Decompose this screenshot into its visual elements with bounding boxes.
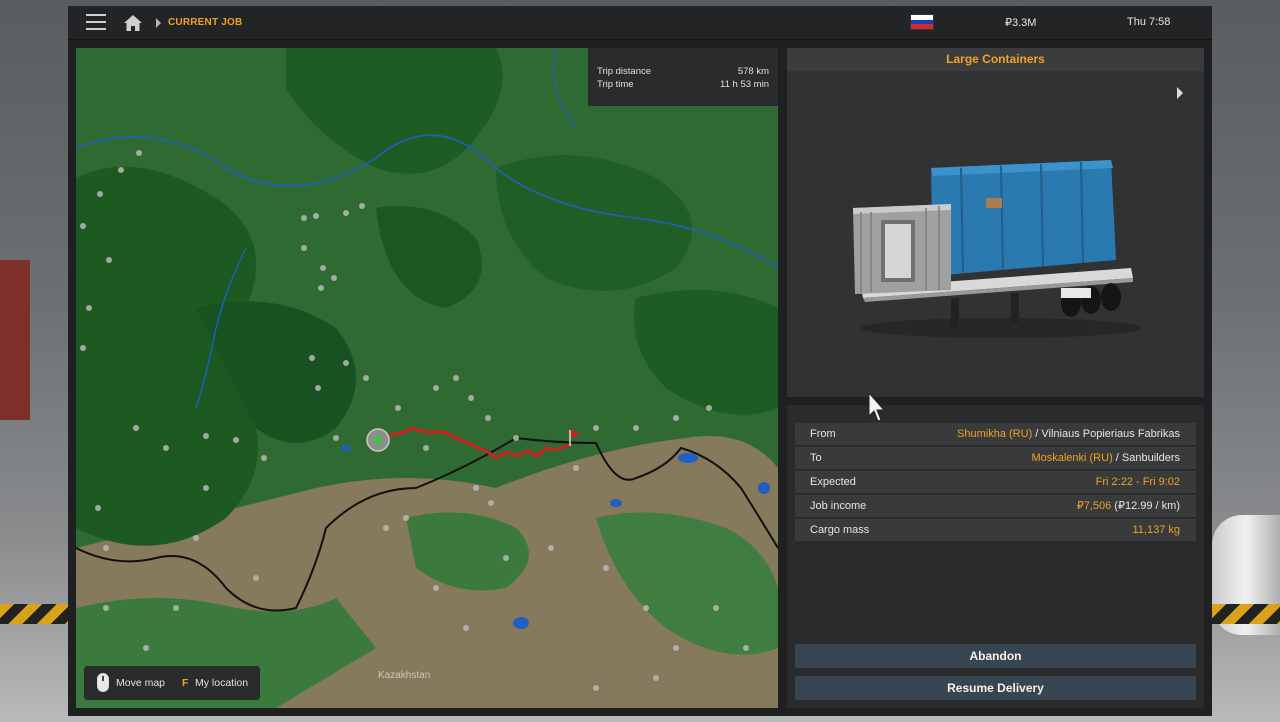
to-company: / Sanbuilders <box>1112 452 1180 464</box>
trip-info-box: Trip distance 578 km Trip time 11 h 53 m… <box>588 48 778 106</box>
from-city: Shumikha (RU) <box>957 428 1033 440</box>
breadcrumb: CURRENT JOB <box>168 17 243 28</box>
from-row: From Shumikha (RU) / Vilniaus Popieriaus… <box>795 423 1196 445</box>
to-row: To Moskalenki (RU) / Sanbuilders <box>795 447 1196 469</box>
my-location-key: F <box>182 677 189 689</box>
next-view-arrow-icon[interactable] <box>1177 87 1183 99</box>
job-details-panel: From Shumikha (RU) / Vilniaus Popieriaus… <box>787 405 1204 708</box>
trip-time-row: Trip time 11 h 53 min <box>597 79 769 92</box>
income-row: Job income ₽7,506 (₽12.99 / km) <box>795 495 1196 517</box>
trip-time-value: 11 h 53 min <box>720 79 769 90</box>
route-map[interactable]: Trip distance 578 km Trip time 11 h 53 m… <box>76 48 778 708</box>
expected-value: Fri 2:22 - Fri 9:02 <box>1095 476 1180 488</box>
abandon-button[interactable]: Abandon <box>795 644 1196 668</box>
trip-distance-value: 578 km <box>737 66 769 77</box>
trip-time-label: Trip time <box>597 79 634 90</box>
to-city: Moskalenki (RU) <box>1031 452 1113 464</box>
background-wall <box>0 260 30 420</box>
from-label: From <box>810 428 836 440</box>
hamburger-menu-icon[interactable] <box>86 14 106 32</box>
my-location-hint[interactable]: My location <box>195 677 248 689</box>
move-map-hint: Move map <box>116 677 166 689</box>
mouse-icon <box>97 673 109 692</box>
mouse-cursor-icon <box>868 392 886 422</box>
to-label: To <box>810 452 822 464</box>
top-bar: CURRENT JOB ₽3.3M Thu 7:58 <box>68 6 1212 40</box>
map-terrain <box>76 48 778 708</box>
trip-distance-label: Trip distance <box>597 66 652 77</box>
income-value-group: ₽7,506 (₽12.99 / km) <box>1077 495 1180 517</box>
resume-delivery-button[interactable]: Resume Delivery <box>795 676 1196 700</box>
expected-row: Expected Fri 2:22 - Fri 9:02 <box>795 471 1196 493</box>
breadcrumb-chevron-icon <box>156 18 161 28</box>
cargo-title: Large Containers <box>787 48 1204 71</box>
job-window: CURRENT JOB ₽3.3M Thu 7:58 Trip distance… <box>68 6 1212 716</box>
mass-value: 11,137 kg <box>1132 524 1180 536</box>
russia-flag-icon <box>910 14 934 30</box>
game-time: Thu 7:58 <box>1127 16 1171 28</box>
trip-distance-row: Trip distance 578 km <box>597 66 769 79</box>
income-value: ₽7,506 <box>1076 500 1112 512</box>
country-label: Kazakhstan <box>378 670 431 681</box>
expected-label: Expected <box>810 476 856 488</box>
mass-label: Cargo mass <box>810 524 870 536</box>
background-hazard-stripe-right <box>1212 604 1280 624</box>
mass-row: Cargo mass 11,137 kg <box>795 519 1196 541</box>
map-controls-hint: Move map F My location <box>84 666 260 700</box>
trailer-image <box>853 160 1141 338</box>
income-rate: (₽12.99 / km) <box>1111 500 1180 512</box>
to-value: Moskalenki (RU) / Sanbuilders <box>1031 447 1180 469</box>
money-balance: ₽3.3M <box>1005 17 1037 29</box>
cargo-preview-panel: Large Containers <box>787 48 1204 397</box>
background-hazard-stripe <box>0 604 68 624</box>
from-company: / Vilniaus Popieriaus Fabrikas <box>1032 428 1180 440</box>
from-value: Shumikha (RU) / Vilniaus Popieriaus Fabr… <box>957 423 1180 445</box>
home-icon[interactable] <box>123 14 143 32</box>
income-label: Job income <box>810 500 867 512</box>
